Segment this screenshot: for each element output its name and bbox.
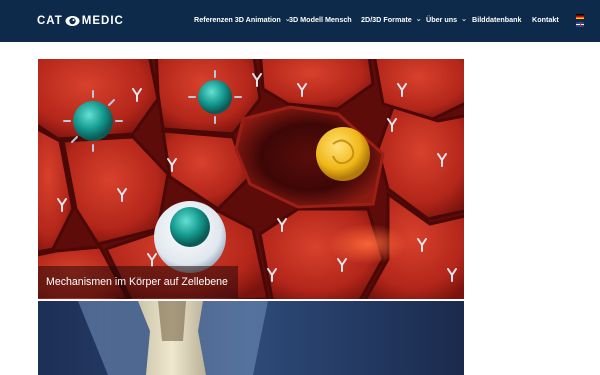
- hero-caption-text: Mechanismen im Körper auf Zellebene: [46, 276, 228, 288]
- nav-label: Kontakt: [532, 15, 559, 24]
- nav-item-formate[interactable]: 2D/3D Formate ⌄: [361, 15, 422, 26]
- chevron-down-icon: ⌄: [461, 16, 468, 23]
- cell-illustration: [38, 59, 464, 299]
- nav-item-bilddatenbank[interactable]: Bilddatenbank: [472, 15, 522, 25]
- bone-illustration: [38, 301, 464, 375]
- nav-item-kontakt[interactable]: Kontakt: [532, 15, 559, 25]
- nav-label: Bilddatenbank: [472, 15, 522, 24]
- nav-item-3d-modell[interactable]: 3D Modell Mensch: [289, 15, 352, 25]
- bone-image-card[interactable]: [38, 301, 464, 375]
- brand-logo[interactable]: CAT MEDIC: [37, 13, 124, 29]
- logo-text-left: CAT: [37, 15, 63, 27]
- chevron-down-icon: ⌄: [415, 16, 422, 23]
- nav-label: 2D/3D Formate: [361, 15, 412, 24]
- nav-item-referenzen[interactable]: Referenzen 3D Animation ⌄: [194, 15, 291, 26]
- hero-caption: Mechanismen im Körper auf Zellebene: [38, 266, 238, 298]
- logo-text-right: MEDIC: [81, 15, 124, 27]
- hero-image-cells[interactable]: [38, 59, 464, 299]
- site-header: CAT MEDIC Referenzen 3D Animation ⌄ 3D Mo…: [0, 0, 600, 42]
- nav-label: Referenzen 3D Animation: [194, 15, 281, 24]
- language-switcher: [576, 14, 585, 30]
- nav-item-ueber-uns[interactable]: Über uns ⌄: [426, 15, 467, 26]
- en-flag-icon[interactable]: [576, 22, 584, 27]
- nav-label: 3D Modell Mensch: [289, 15, 352, 24]
- nav-label: Über uns: [426, 15, 458, 24]
- de-flag-icon[interactable]: [576, 14, 584, 19]
- eye-icon: [65, 15, 80, 27]
